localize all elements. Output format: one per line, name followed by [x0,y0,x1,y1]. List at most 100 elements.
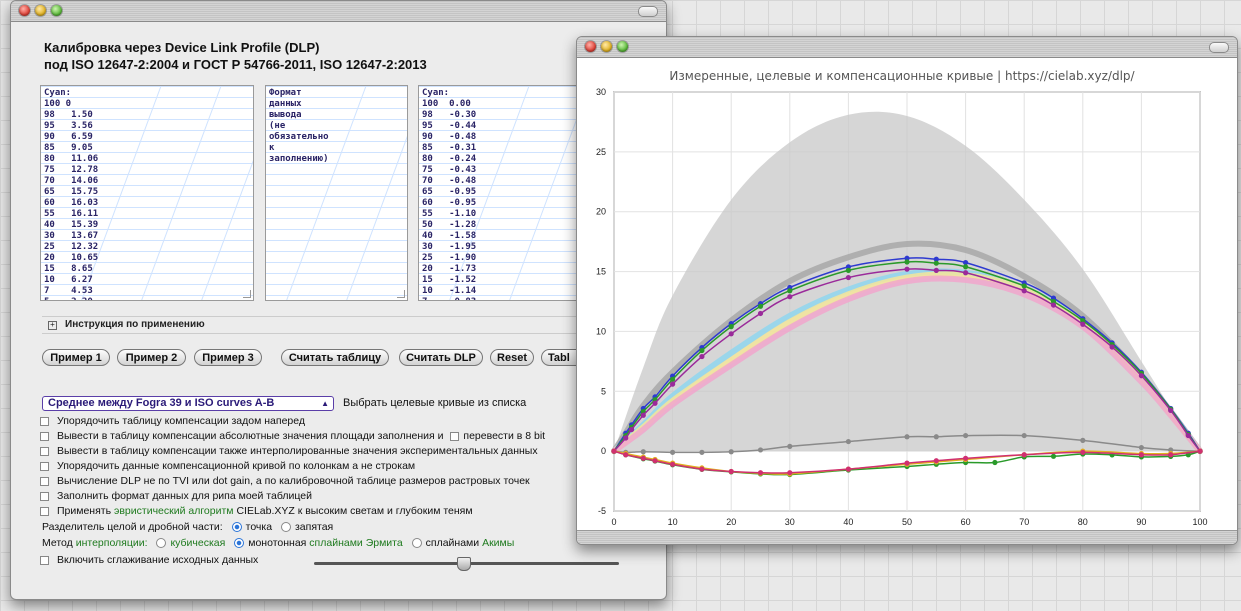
akima-link[interactable]: Акимы [482,537,514,549]
checkbox[interactable] [40,491,49,501]
series-point [1138,444,1144,451]
minimize-button[interactable] [35,5,46,16]
series-point [699,466,705,472]
series-point [845,438,851,445]
option-calc-dlp[interactable]: Вычисление DLP не по TVI или dot gain, а… [40,475,530,487]
reset-button[interactable]: Reset [490,349,534,366]
series-point [933,458,939,464]
textarea-line: 7 4.53 [44,286,93,296]
toolbar-toggle-button[interactable] [638,6,658,17]
example-1-button[interactable]: Пример 1 [42,349,110,366]
y-tick-label: 10 [596,326,606,336]
interpolation-link[interactable]: интерполяции: [76,537,148,549]
series-point [963,270,969,276]
radio-monotone[interactable] [234,538,245,549]
checkbox[interactable] [40,476,49,486]
resize-grip[interactable] [397,290,405,298]
textarea-line: 60 -0.95 [422,198,477,208]
series-point [787,443,793,449]
option-reverse[interactable]: Упорядочить таблицу компенсации задом на… [40,415,305,427]
target-curves-select[interactable]: Среднее между Fogra 39 и ISO curves A-B … [42,396,334,411]
option-interpolated[interactable]: Вывести в таблицу компенсации также инте… [40,445,538,457]
x-tick-label: 70 [1019,517,1029,527]
textarea-line: 50 -1.28 [422,220,477,230]
y-tick-label: -5 [598,506,606,516]
series-point [904,266,910,272]
close-button[interactable] [585,41,596,52]
textarea-line: 5 2.20 [44,297,250,300]
series-point [845,466,851,472]
toolbar-toggle-button[interactable] [1209,42,1229,53]
output-format-textarea[interactable]: Формат данных вывода (не обязательно к заполне… [265,85,408,301]
smoothing-slider-knob[interactable] [457,557,471,571]
textarea-line: 75 -0.43 [422,165,477,175]
y-tick-label: 25 [596,147,606,157]
textarea-line: Формат [269,88,302,98]
checkbox[interactable] [40,461,49,471]
checkbox[interactable] [40,555,49,565]
series-point [628,426,635,433]
textarea-line: обязательно [269,132,329,142]
checkbox-8bit[interactable] [450,431,460,441]
example-2-button[interactable]: Пример 2 [117,349,186,366]
x-tick-label: 0 [611,517,616,527]
series-point [728,468,734,475]
resize-grip[interactable] [243,290,251,298]
checkbox[interactable] [40,431,49,441]
read-dlp-button[interactable]: Считать DLP [399,349,483,366]
series-point [1021,452,1027,458]
textarea-line: 55 -1.10 [422,209,477,219]
series-point [933,260,939,266]
option-label: перевести в 8 bit [463,430,546,442]
radio-akima[interactable] [411,538,422,549]
checkbox[interactable] [40,416,49,426]
series-point [1050,453,1057,459]
option-label: Упорядочить таблицу компенсации задом на… [57,415,305,427]
radio-akima-label: сплайнами [425,537,480,549]
chart-titlebar[interactable] [577,37,1237,58]
read-table-button[interactable]: Считать таблицу [281,349,389,366]
series-point [904,259,910,265]
series-point [1080,437,1086,443]
radio-dot-label: точка [245,521,273,533]
option-label: Включить сглаживание исходных данных [57,554,259,566]
textarea-line: 40 -1.58 [422,231,477,241]
option-columns[interactable]: Упорядочить данные компенсационной криво… [40,460,415,472]
example-3-button[interactable]: Пример 3 [194,349,262,366]
instruction-toggle[interactable]: + Инструкция по применению [42,316,662,334]
chart-content: Измеренные, целевые и компенсационные кр… [577,58,1237,544]
radio-comma[interactable] [280,522,291,533]
textarea-line: 25 12.32 [44,242,99,252]
option-absolute[interactable]: Вывести в таблицу компенсации абсолютные… [40,430,545,442]
checkbox[interactable] [40,446,49,456]
series-point [670,381,676,387]
radio-cubic-label: кубическая [170,537,226,549]
textarea-line: 25 -1.90 [422,253,477,263]
x-tick-label: 10 [668,517,678,527]
option-smoothing[interactable]: Включить сглаживание исходных данных [40,554,258,566]
x-tick-label: 30 [785,517,795,527]
textarea-line: 70 -0.48 [422,176,477,186]
series-point [1021,283,1027,289]
series-point [1080,449,1086,455]
instruction-label: Инструкция по применению [65,319,205,330]
measured-data-textarea[interactable]: Cyan: 100 0 98 1.50 95 3.56 90 6.59 85 9.05 80… [40,85,254,301]
textarea-line: 10 6.27 [44,275,93,285]
option-fill-format[interactable]: Заполнить формат данных для рипа моей та… [40,490,312,502]
series-point [757,470,764,476]
option-heuristic[interactable]: Применять эвристический алгоритм CIELab.… [40,505,473,517]
separator-row: Разделитель целой и дробной части: точка… [42,521,333,533]
hermite-link[interactable]: сплайнами Эрмита [309,537,402,549]
calibration-titlebar[interactable] [11,1,666,22]
zoom-button[interactable] [51,5,62,16]
zoom-button[interactable] [617,41,628,52]
radio-cubic[interactable] [156,538,167,549]
series-point [1021,288,1027,294]
minimize-button[interactable] [601,41,612,52]
x-tick-label: 60 [961,517,971,527]
heuristic-link[interactable]: эвристический алгоритм [114,505,234,517]
compensation-result-textarea[interactable]: Cyan: 100 0.00 98 -0.30 95 -0.44 90 -0.48 85 … [418,85,578,301]
close-button[interactable] [19,5,30,16]
checkbox[interactable] [40,506,49,516]
radio-dot[interactable] [231,522,242,533]
